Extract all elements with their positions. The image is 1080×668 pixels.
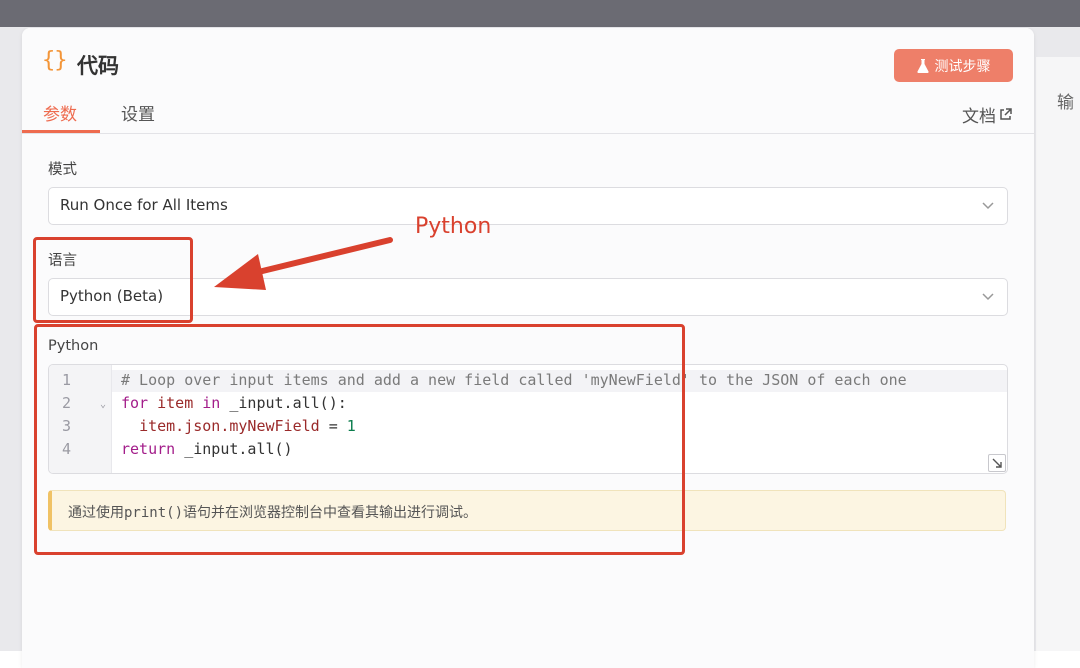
test-step-button[interactable]: 测试步骤 xyxy=(894,49,1013,82)
output-panel-label: 输 xyxy=(1057,93,1074,113)
expand-icon xyxy=(992,458,1002,468)
annotation-arrow-icon xyxy=(214,237,393,290)
panel-title: 代码 xyxy=(77,54,119,78)
mode-label: 模式 xyxy=(48,162,77,178)
expand-editor-button[interactable] xyxy=(988,454,1006,472)
panel-header: {} 代码 测试步骤 参数 设置 文档 xyxy=(22,28,1034,134)
annotation-language-box xyxy=(33,237,193,323)
top-bar xyxy=(0,0,1080,27)
chevron-down-icon xyxy=(982,293,994,301)
flask-icon xyxy=(916,58,929,73)
tab-settings[interactable]: 设置 xyxy=(121,100,155,125)
docs-link[interactable]: 文档 xyxy=(962,102,1012,127)
mode-select[interactable]: Run Once for All Items xyxy=(48,187,1008,225)
chevron-down-icon xyxy=(982,202,994,210)
tab-parameters[interactable]: 参数 xyxy=(43,100,77,125)
output-panel-edge xyxy=(1036,57,1080,651)
external-link-icon xyxy=(1000,108,1012,120)
annotation-label: Python xyxy=(415,214,492,239)
mode-select-value: Run Once for All Items xyxy=(60,196,228,214)
test-step-label: 测试步骤 xyxy=(934,58,991,75)
docs-link-label: 文档 xyxy=(962,107,996,127)
code-braces-icon: {} xyxy=(42,48,67,73)
annotation-code-box xyxy=(34,324,685,555)
active-tab-indicator xyxy=(22,130,100,133)
